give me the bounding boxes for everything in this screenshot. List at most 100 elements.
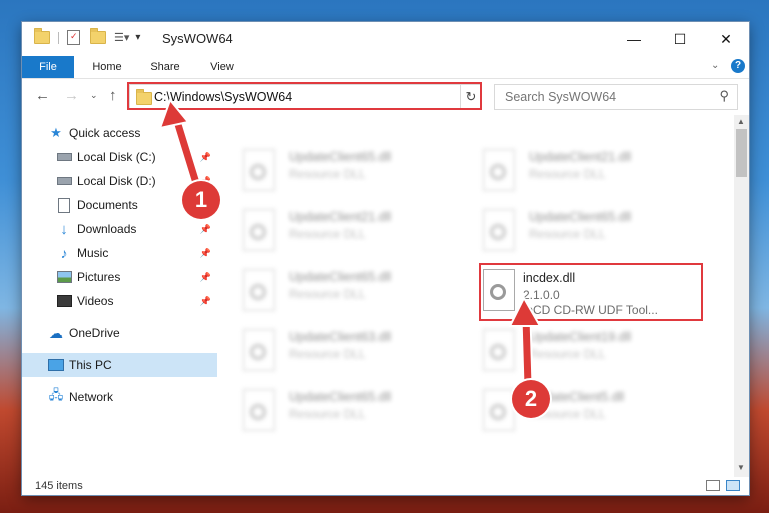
sidebar-item-downloads[interactable]: ↓ Downloads 📌	[22, 217, 217, 241]
up-arrow-icon[interactable]: ↑	[109, 87, 117, 104]
file-description: Resource DLL	[529, 167, 606, 181]
list-item[interactable]: UpdateClient65.dll Resource DLL	[239, 385, 449, 437]
list-item[interactable]: UpdateClient5.dll Resource DLL	[479, 385, 689, 437]
customize-toolbar-icon[interactable]: ▾	[135, 32, 140, 43]
sidebar-item-label: Pictures	[77, 270, 121, 284]
file-description: Resource DLL	[529, 347, 606, 361]
file-name: UpdateClient63.dll	[289, 330, 392, 344]
new-folder-icon[interactable]	[90, 28, 106, 44]
tab-file[interactable]: File	[22, 56, 74, 78]
tab-share[interactable]: Share	[142, 56, 188, 78]
sidebar-item-label: This PC	[69, 358, 112, 372]
details-view-icon[interactable]	[706, 480, 720, 491]
sidebar-item-quick-access[interactable]: ★ Quick access	[22, 121, 217, 145]
scroll-up-icon[interactable]: ▲	[737, 117, 745, 126]
file-name: UpdateClient65.dll	[289, 390, 392, 404]
dll-file-icon	[483, 329, 515, 371]
item-count: 145 items	[35, 480, 83, 492]
documents-icon	[56, 197, 72, 213]
close-button[interactable]: ✕	[703, 22, 749, 56]
sidebar-item-videos[interactable]: Videos 📌	[22, 289, 217, 313]
pin-icon: 📌	[199, 271, 211, 282]
file-description: Resource DLL	[289, 347, 366, 361]
window-title: SysWOW64	[162, 31, 233, 46]
tab-home[interactable]: Home	[84, 56, 130, 78]
download-icon: ↓	[60, 220, 68, 238]
view-options-icon[interactable]: ☰▾	[114, 31, 129, 44]
list-item[interactable]: UpdateClient65.dll Resource DLL	[239, 265, 449, 317]
sidebar-item-label: Quick access	[69, 126, 141, 140]
file-name: UpdateClient19.dll	[529, 330, 632, 344]
file-description: Resource DLL	[289, 167, 366, 181]
file-name: UpdateClient21.dll	[289, 210, 392, 224]
sidebar-item-music[interactable]: ♪ Music 📌	[22, 241, 217, 265]
chevron-down-icon[interactable]: ⌄	[711, 60, 719, 71]
file-description: Resource DLL	[289, 407, 366, 421]
back-arrow-icon[interactable]: ←	[35, 87, 50, 104]
music-icon: ♪	[60, 245, 68, 261]
file-explorer-window: ✓ ☰▾ ▾ SysWOW64 — ☐ ✕ File Home Share Vi…	[22, 22, 749, 495]
computer-icon	[48, 358, 64, 372]
forward-arrow-icon[interactable]: →	[64, 87, 79, 104]
sidebar-item-label: Videos	[77, 294, 114, 308]
cloud-icon: ☁	[49, 324, 63, 341]
list-item[interactable]: UpdateClient21.dll Resource DLL	[239, 205, 449, 257]
list-item[interactable]: UpdateClient19.dll Resource DLL	[479, 325, 689, 377]
help-icon[interactable]: ?	[731, 59, 745, 73]
vertical-scrollbar[interactable]: ▲ ▼	[734, 115, 749, 477]
navigation-pane: ★ Quick access Local Disk (C:) 📌 Local D…	[22, 115, 217, 477]
address-highlight-box	[127, 82, 482, 110]
drive-icon	[56, 150, 72, 164]
large-icons-view-icon[interactable]	[726, 480, 740, 491]
search-box[interactable]: ⚲	[494, 84, 738, 110]
divider	[58, 31, 59, 44]
quick-access-toolbar: ✓ ☰▾ ▾	[34, 28, 140, 45]
file-name: UpdateClient65.dll	[529, 210, 632, 224]
sidebar-item-local-disk-c[interactable]: Local Disk (C:) 📌	[22, 145, 217, 169]
folder-icon[interactable]	[34, 28, 50, 44]
list-item[interactable]: UpdateClient63.dll Resource DLL	[239, 325, 449, 377]
sidebar-item-this-pc[interactable]: This PC	[22, 353, 217, 377]
sidebar-item-label: Local Disk (D:)	[77, 174, 156, 188]
sidebar-item-label: Downloads	[77, 222, 137, 236]
scrollbar-thumb[interactable]	[736, 129, 747, 177]
dll-file-icon	[243, 329, 275, 371]
tab-view[interactable]: View	[200, 56, 244, 78]
file-highlight-box	[479, 263, 703, 321]
sidebar-item-pictures[interactable]: Pictures 📌	[22, 265, 217, 289]
dll-file-icon	[243, 389, 275, 431]
file-description: Resource DLL	[529, 227, 606, 241]
list-item[interactable]: UpdateClient21.dll Resource DLL	[479, 145, 689, 197]
step-badge-1: 1	[182, 181, 220, 219]
minimize-button[interactable]: —	[611, 22, 657, 56]
network-icon: 🖧	[48, 387, 64, 402]
list-item[interactable]: UpdateClient65.dll Resource DLL	[479, 205, 689, 257]
properties-icon[interactable]: ✓	[67, 30, 80, 45]
dll-file-icon	[243, 149, 275, 191]
search-icon: ⚲	[719, 88, 729, 103]
file-list: UpdateClient65.dll Resource DLL UpdateCl…	[217, 115, 734, 477]
sidebar-item-label: Local Disk (C:)	[77, 150, 156, 164]
scroll-down-icon[interactable]: ▼	[737, 463, 745, 472]
sidebar-item-label: Documents	[77, 198, 138, 212]
title-bar: ✓ ☰▾ ▾ SysWOW64 — ☐ ✕	[22, 22, 749, 56]
ribbon-tabs: File Home Share View ⌄ ?	[22, 56, 749, 79]
sidebar-item-onedrive[interactable]: ☁ OneDrive	[22, 321, 217, 345]
dll-file-icon	[243, 269, 275, 311]
dll-file-icon	[483, 149, 515, 191]
pin-icon: 📌	[199, 295, 211, 306]
navigation-bar: ← → ⌄ ↑ C:\Windows\SysWOW64 ⌄ ↻ ⚲	[22, 79, 749, 115]
recent-locations-icon[interactable]: ⌄	[90, 90, 98, 101]
file-name: UpdateClient65.dll	[289, 150, 392, 164]
sidebar-item-label: Network	[69, 390, 114, 404]
dll-file-icon	[483, 209, 515, 251]
sidebar-item-label: OneDrive	[69, 326, 120, 340]
pin-icon: 📌	[199, 151, 211, 162]
step-badge-2: 2	[512, 380, 550, 418]
sidebar-item-label: Music	[77, 246, 109, 260]
list-item[interactable]: UpdateClient65.dll Resource DLL	[239, 145, 449, 197]
file-name: UpdateClient21.dll	[529, 150, 632, 164]
maximize-button[interactable]: ☐	[657, 22, 703, 56]
sidebar-item-network[interactable]: 🖧 Network	[22, 385, 217, 409]
search-input[interactable]	[503, 89, 707, 105]
